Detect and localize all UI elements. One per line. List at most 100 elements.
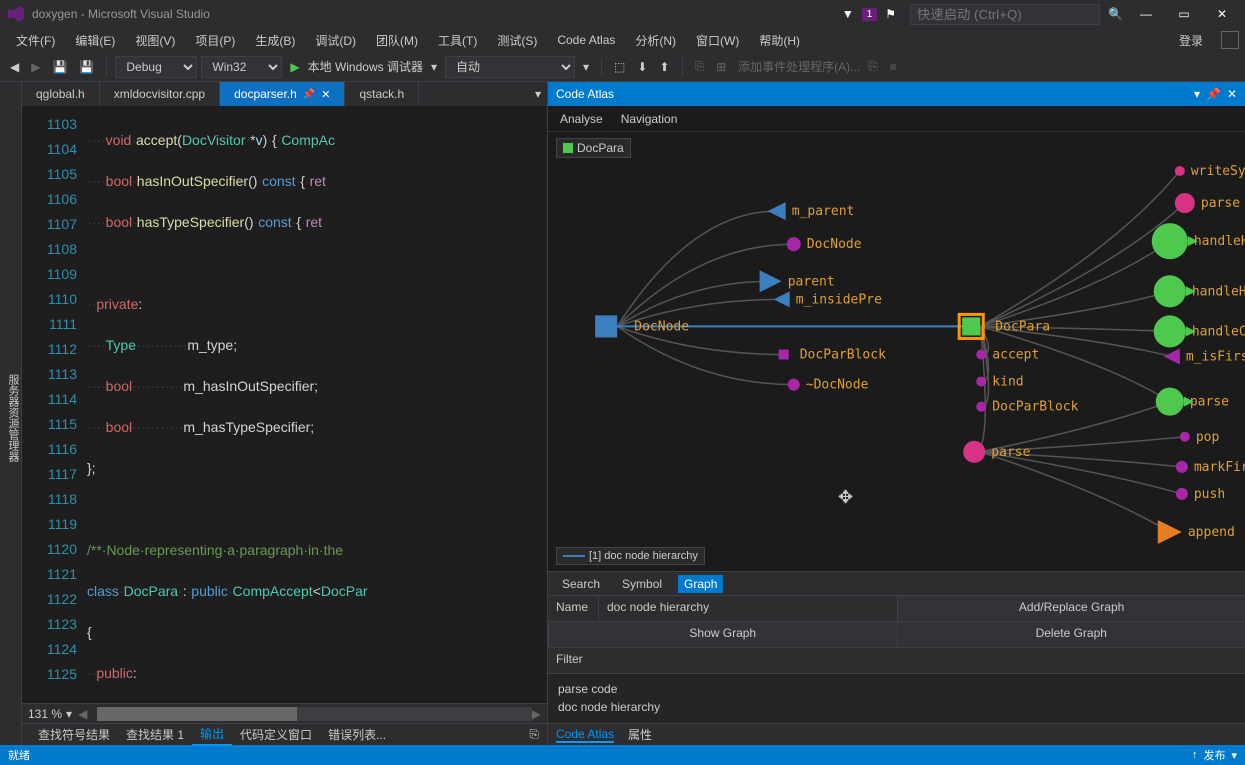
zoom-level[interactable]: 131 %: [28, 707, 62, 721]
graph-legend: [1] doc node hierarchy: [556, 547, 705, 565]
ca-btab-codeatlas[interactable]: Code Atlas: [556, 727, 614, 743]
tab-docparser[interactable]: docparser.h📌✕: [220, 82, 345, 106]
filter-list[interactable]: parse code doc node hierarchy: [548, 673, 1245, 723]
svg-text:m_isFirst: m_isFirst: [1186, 350, 1245, 365]
statusbar: 就绪 ↑ 发布 ▾: [0, 745, 1245, 765]
search-icon[interactable]: 🔍: [1108, 7, 1123, 21]
platform-select[interactable]: Win32: [201, 56, 282, 78]
editor-area: qglobal.h xmldocvisitor.cpp docparser.h📌…: [22, 82, 547, 745]
toolbar-icon-2[interactable]: ⬇: [633, 58, 651, 76]
save-all-button[interactable]: 💾: [75, 58, 98, 76]
menu-codeatlas[interactable]: Code Atlas: [547, 30, 625, 50]
code-area[interactable]: 1103110411051106110711081109111011111112…: [22, 106, 547, 703]
menubar: 文件(F) 编辑(E) 视图(V) 项目(P) 生成(B) 调试(D) 团队(M…: [0, 28, 1245, 52]
start-debug-button[interactable]: ▶: [286, 58, 303, 76]
codeatlas-menu: Analyse Navigation: [548, 106, 1245, 132]
unknown-icon[interactable]: ▾: [579, 58, 593, 76]
filter-item[interactable]: parse code: [558, 680, 1235, 698]
btab-code-def[interactable]: 代码定义窗口: [232, 724, 320, 745]
editor-tab-row: qglobal.h xmldocvisitor.cpp docparser.h📌…: [22, 82, 547, 106]
btab-find-results[interactable]: 查找结果 1: [118, 724, 192, 745]
tab-overflow-icon[interactable]: ▾: [535, 87, 541, 101]
close-button[interactable]: ✕: [1207, 4, 1237, 24]
ctab-symbol[interactable]: Symbol: [616, 575, 668, 593]
code-lines[interactable]: ····void·accept(DocVisitor·*v)·{·CompAc …: [87, 106, 547, 703]
btab-menu-icon[interactable]: ⎘: [529, 727, 539, 742]
menu-window[interactable]: 窗口(W): [686, 29, 749, 52]
save-button[interactable]: 💾: [48, 58, 71, 76]
move-cursor-icon: ✥: [838, 487, 853, 508]
btab-find-symbol[interactable]: 查找符号结果: [30, 724, 118, 745]
btab-error-list[interactable]: 错误列表...: [320, 724, 394, 745]
forward-button[interactable]: ▶: [27, 58, 44, 76]
toolbar-icon-1[interactable]: ⬚: [610, 58, 629, 76]
graph-area[interactable]: DocPara DocNodem_parentDocNodeparentm_in…: [548, 132, 1245, 571]
svg-text:accept: accept: [992, 348, 1039, 363]
btab-output[interactable]: 输出: [192, 723, 232, 746]
toolbar-icon-6[interactable]: ⎘: [864, 57, 882, 76]
name-value[interactable]: doc node hierarchy: [598, 596, 897, 621]
menu-test[interactable]: 测试(S): [487, 29, 547, 52]
publish-label[interactable]: 发布: [1203, 747, 1225, 763]
login-link[interactable]: 登录: [1179, 32, 1213, 49]
menu-build[interactable]: 生成(B): [245, 29, 305, 52]
quick-launch-input[interactable]: [910, 4, 1100, 25]
menu-team[interactable]: 团队(M): [366, 29, 428, 52]
menu-project[interactable]: 项目(P): [185, 29, 245, 52]
maximize-button[interactable]: ▭: [1169, 4, 1199, 24]
add-replace-button[interactable]: Add/Replace Graph: [897, 596, 1245, 621]
menu-help[interactable]: 帮助(H): [749, 29, 810, 52]
toolbar-icon-4[interactable]: ⎘: [691, 57, 709, 76]
ca-btab-properties[interactable]: 属性: [628, 726, 652, 743]
svg-text:markFirst: markFirst: [1194, 460, 1245, 475]
toolbar-icon-3[interactable]: ⬆: [655, 58, 673, 76]
menu-tools[interactable]: 工具(T): [428, 29, 487, 52]
filter-item[interactable]: doc node hierarchy: [558, 698, 1235, 716]
config-select[interactable]: Debug: [115, 56, 197, 78]
add-handler-label[interactable]: 添加事件处理程序(A)...: [738, 58, 860, 75]
tab-qstack[interactable]: qstack.h: [345, 82, 419, 106]
menu-analyze[interactable]: 分析(N): [625, 29, 686, 52]
back-button[interactable]: ◀: [6, 58, 23, 76]
zoom-dropdown-icon[interactable]: ▾: [66, 707, 72, 721]
toolbar-icon-7[interactable]: ≡: [886, 58, 901, 76]
menu-edit[interactable]: 编辑(E): [65, 29, 125, 52]
status-text: 就绪: [8, 747, 30, 763]
codeatlas-analyse[interactable]: Analyse: [560, 112, 603, 126]
toolbar-icon-5[interactable]: ⊞: [712, 58, 730, 76]
target-select[interactable]: 自动: [445, 56, 575, 78]
flag-icon[interactable]: ⚑: [885, 7, 896, 21]
minimize-button[interactable]: —: [1131, 4, 1161, 24]
tab-xmldocvisitor[interactable]: xmldocvisitor.cpp: [100, 82, 220, 106]
show-graph-button[interactable]: Show Graph: [548, 622, 897, 647]
codeatlas-pin-icon[interactable]: 📌: [1206, 87, 1221, 101]
tab-qglobal[interactable]: qglobal.h: [22, 82, 100, 106]
horizontal-scrollbar[interactable]: [97, 707, 531, 721]
scroll-left-icon[interactable]: ◀: [78, 707, 87, 721]
scroll-right-icon[interactable]: ▶: [532, 707, 541, 721]
notification-badge[interactable]: 1: [862, 8, 878, 21]
close-icon[interactable]: ✕: [321, 88, 330, 101]
ctab-search[interactable]: Search: [556, 575, 606, 593]
publish-dropdown-icon[interactable]: ▾: [1231, 749, 1237, 762]
menu-view[interactable]: 视图(V): [125, 29, 185, 52]
codeatlas-close-icon[interactable]: ✕: [1227, 87, 1237, 101]
publish-up-icon[interactable]: ↑: [1192, 749, 1198, 761]
ctab-graph[interactable]: Graph: [678, 575, 723, 593]
svg-text:~DocNode: ~DocNode: [806, 378, 869, 393]
menu-debug[interactable]: 调试(D): [305, 29, 366, 52]
svg-text:m_parent: m_parent: [792, 204, 855, 219]
server-explorer-sidebar[interactable]: 服务器资源管理器: [0, 82, 22, 745]
debugger-dropdown[interactable]: ▾: [427, 58, 441, 76]
codeatlas-title-label: Code Atlas: [556, 87, 1194, 101]
debugger-label[interactable]: 本地 Windows 调试器: [308, 58, 423, 75]
filter-icon[interactable]: ▼: [842, 7, 854, 21]
pin-icon[interactable]: 📌: [303, 89, 315, 100]
menu-file[interactable]: 文件(F): [6, 29, 65, 52]
titlebar: doxygen - Microsoft Visual Studio ▼ 1 ⚑ …: [0, 0, 1245, 28]
filter-row: Filter: [548, 647, 1245, 673]
codeatlas-dropdown-icon[interactable]: ▾: [1194, 87, 1200, 101]
user-icon[interactable]: [1221, 31, 1239, 49]
codeatlas-navigation[interactable]: Navigation: [621, 112, 678, 126]
delete-graph-button[interactable]: Delete Graph: [897, 622, 1245, 647]
